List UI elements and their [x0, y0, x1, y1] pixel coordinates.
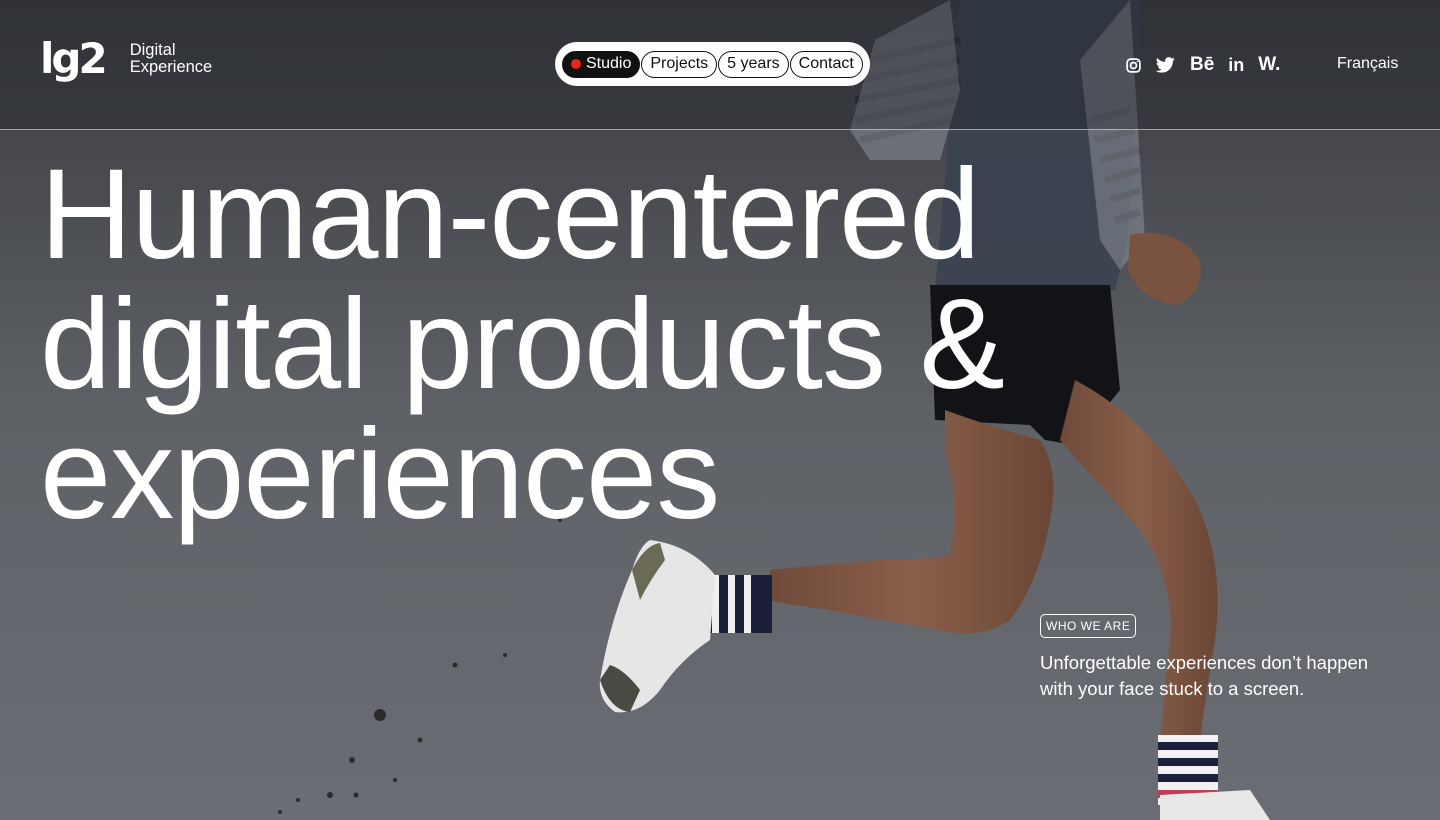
nav-item-label: Studio	[586, 55, 632, 72]
nav-item-projects[interactable]: Projects	[641, 50, 718, 78]
hero-headline: Human-centered digital products & experi…	[40, 150, 1140, 540]
linkedin-icon[interactable]: in	[1228, 53, 1244, 77]
nav-item-label: Contact	[798, 55, 854, 72]
nav-item-5-years[interactable]: 5 years	[718, 50, 789, 78]
nav-item-contact[interactable]: Contact	[789, 50, 863, 78]
main-nav: Studio Projects 5 years Contact	[555, 42, 870, 86]
page: lg2 Digital Experience Studio Projects 5…	[0, 0, 1440, 820]
logo-subtitle-line1: Digital	[129, 41, 176, 59]
language-switch[interactable]: Français	[1337, 55, 1398, 73]
awwwards-icon[interactable]: W.	[1258, 53, 1280, 77]
behance-glyph: Bē	[1190, 54, 1215, 75]
social-links: Bē in W.	[1122, 52, 1280, 78]
logo-mark: lg2	[40, 34, 108, 83]
who-we-are-text: Unforgettable experiences don’t happen w…	[1040, 652, 1369, 699]
instagram-icon[interactable]	[1122, 53, 1144, 77]
hero-headline-line1: Human-centered	[40, 143, 980, 286]
who-we-are-tag: WHO WE ARE	[1040, 614, 1137, 638]
hero-headline-line3: experiences	[40, 403, 720, 546]
header-divider	[0, 129, 1440, 130]
active-dot-icon	[571, 59, 581, 69]
nav-item-label: 5 years	[727, 55, 780, 72]
twitter-icon[interactable]	[1154, 53, 1176, 77]
logo-subtitle: Digital Experience	[130, 42, 213, 76]
logo-subtitle-line2: Experience	[129, 58, 213, 76]
nav-item-studio[interactable]: Studio	[562, 50, 641, 78]
awwwards-glyph: W.	[1258, 54, 1281, 75]
hero-headline-line2: digital products &	[40, 273, 1005, 416]
behance-icon[interactable]: Bē	[1190, 53, 1214, 77]
brand-logo[interactable]: lg2 Digital Experience	[40, 38, 212, 80]
nav-item-label: Projects	[650, 55, 709, 72]
linkedin-glyph: in	[1228, 54, 1245, 75]
